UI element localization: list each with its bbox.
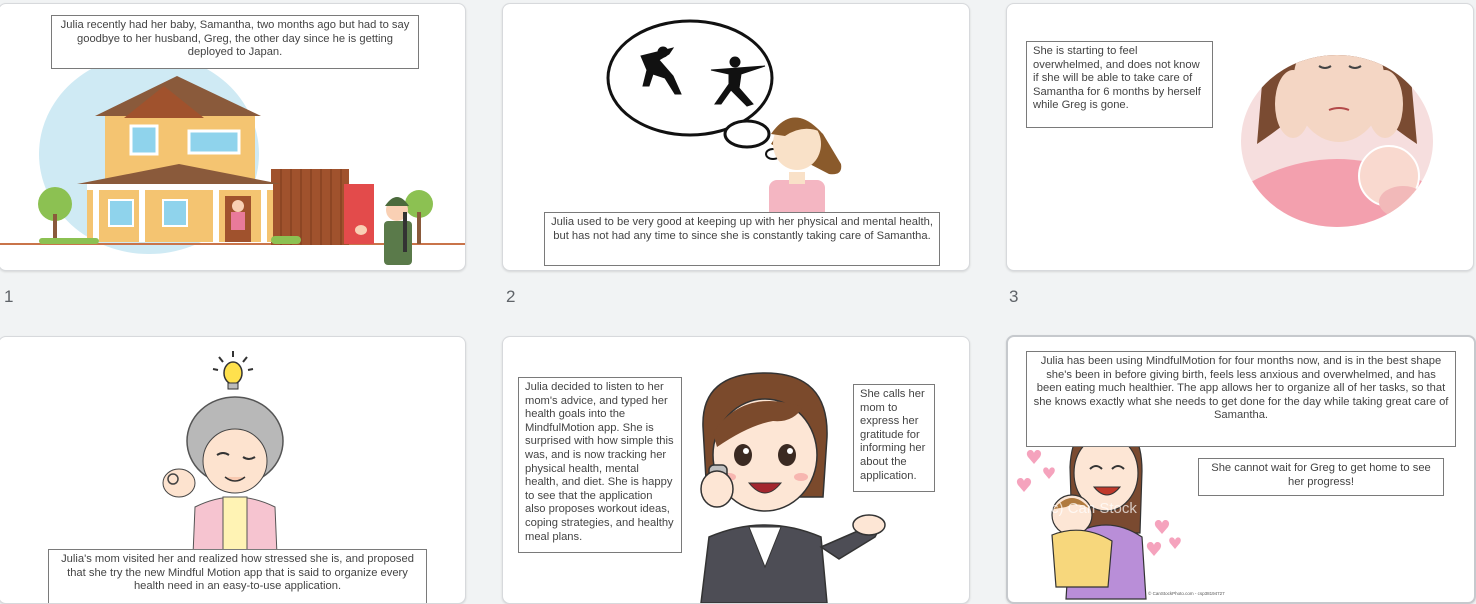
frame-5-caption-b: She calls her mom to express her gratitu… <box>853 384 935 492</box>
frame-1-number: 1 <box>4 287 14 306</box>
storyboard-frame-4[interactable]: Julia's mom visited her and realized how… <box>0 336 466 604</box>
frame-3-caption: She is starting to feel overwhelmed, and… <box>1026 41 1213 128</box>
stock-credit: © CanStockPhoto.com - csp38194727 <box>1148 590 1225 596</box>
frame-2-number: 2 <box>506 287 516 306</box>
storyboard-frame-5[interactable]: Julia decided to listen to her mom's adv… <box>502 336 970 604</box>
watermark: (c) Can Stock <box>1046 500 1137 517</box>
frame-5-caption: Julia decided to listen to her mom's adv… <box>518 377 682 553</box>
frame-4-caption: Julia's mom visited her and realized how… <box>48 549 427 603</box>
storyboard-frame-6[interactable]: © CanStockPhoto.com - csp38194727 (c) Ca… <box>1006 335 1476 604</box>
storyboard-frame-3[interactable]: She is starting to feel overwhelmed, and… <box>1006 3 1474 271</box>
frame-2-caption: Julia used to be very good at keeping up… <box>544 212 940 266</box>
frame-3-number: 3 <box>1009 287 1019 306</box>
storyboard-frame-1[interactable]: Julia recently had her baby, Samantha, t… <box>0 3 466 271</box>
storyboard-frame-2[interactable]: Julia used to be very good at keeping up… <box>502 3 970 271</box>
frame-1-caption: Julia recently had her baby, Samantha, t… <box>51 15 419 69</box>
frame-6-caption-b: She cannot wait for Greg to get home to … <box>1198 458 1444 496</box>
frame-6-caption: Julia has been using MindfulMotion for f… <box>1026 351 1456 447</box>
